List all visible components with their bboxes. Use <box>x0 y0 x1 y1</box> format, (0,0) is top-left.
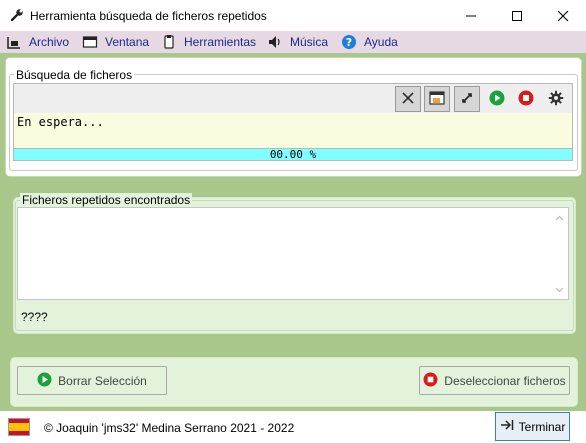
menu-label-ventana: Ventana <box>105 35 150 49</box>
menu-label-herramientas: Herramientas <box>184 35 257 49</box>
maximize-icon <box>511 10 523 22</box>
expand-icon <box>460 91 474 108</box>
play-icon <box>37 372 52 390</box>
exit-label: Terminar <box>518 419 566 434</box>
maximize-button[interactable] <box>494 0 540 31</box>
scroll-arrows-icon <box>555 215 564 293</box>
stop-icon <box>518 90 534 109</box>
exit-button[interactable]: Terminar <box>495 412 570 441</box>
results-summary: ???? <box>21 310 48 324</box>
search-toolbar <box>13 83 573 115</box>
settings-button[interactable] <box>543 86 569 112</box>
stop-search-button[interactable] <box>513 86 539 112</box>
start-search-button[interactable] <box>484 86 510 112</box>
results-scrollbar[interactable] <box>551 208 568 299</box>
menu-musica[interactable]: Música <box>267 31 328 53</box>
menu-archivo[interactable]: Archivo <box>6 31 69 53</box>
menu-ventana[interactable]: Ventana <box>82 31 149 53</box>
wrench-icon <box>10 8 24 22</box>
stop-icon <box>423 372 438 390</box>
menu-bar: Archivo Ventana Herramientas Música ? Ay… <box>0 31 586 53</box>
menu-label-archivo: Archivo <box>29 35 70 49</box>
progress-text: 00.00 % <box>269 148 317 161</box>
close-button[interactable] <box>540 0 586 31</box>
window-icon <box>82 34 98 50</box>
progress-bar: 00.00 % <box>13 148 573 161</box>
menu-label-musica: Música <box>290 35 329 49</box>
deselect-files-label: Deseleccionar ficheros <box>444 373 566 388</box>
search-group-title: Búsqueda de ficheros <box>14 68 135 82</box>
minimize-icon <box>465 10 477 22</box>
speaker-icon <box>267 34 283 50</box>
file-icon <box>6 34 22 50</box>
results-list[interactable] <box>17 207 569 300</box>
folder-window-icon <box>429 90 445 108</box>
minimize-button[interactable] <box>448 0 494 31</box>
results-group-title: Ficheros repetidos encontrados <box>20 193 193 207</box>
title-bar: Herramienta búsqueda de ficheros repetid… <box>0 0 586 32</box>
clear-button[interactable] <box>395 86 421 112</box>
menu-herramientas[interactable]: Herramientas <box>161 31 256 53</box>
delete-selection-button[interactable]: Borrar Selección <box>17 366 167 395</box>
delete-selection-label: Borrar Selección <box>58 373 147 388</box>
copyright-text: © Joaquin 'jms32' Medina Serrano 2021 - … <box>44 421 295 435</box>
svg-text:?: ? <box>346 36 352 49</box>
folder-window-button[interactable] <box>424 86 450 112</box>
expand-button[interactable] <box>454 86 480 112</box>
spain-flag-icon[interactable] <box>8 418 30 436</box>
status-text: En espera... <box>17 115 104 129</box>
exit-icon <box>500 419 514 434</box>
settings-icon <box>548 90 564 109</box>
play-icon <box>489 90 505 109</box>
menu-label-ayuda: Ayuda <box>364 35 398 49</box>
help-icon: ? <box>341 34 357 50</box>
window-title: Herramienta búsqueda de ficheros repetid… <box>30 9 267 23</box>
menu-ayuda[interactable]: ? Ayuda <box>341 31 398 53</box>
close-icon <box>557 10 569 22</box>
clear-icon <box>401 91 415 108</box>
deselect-files-button[interactable]: Deseleccionar ficheros <box>419 366 570 395</box>
status-area: En espera... <box>13 113 573 148</box>
tools-icon <box>161 34 177 50</box>
